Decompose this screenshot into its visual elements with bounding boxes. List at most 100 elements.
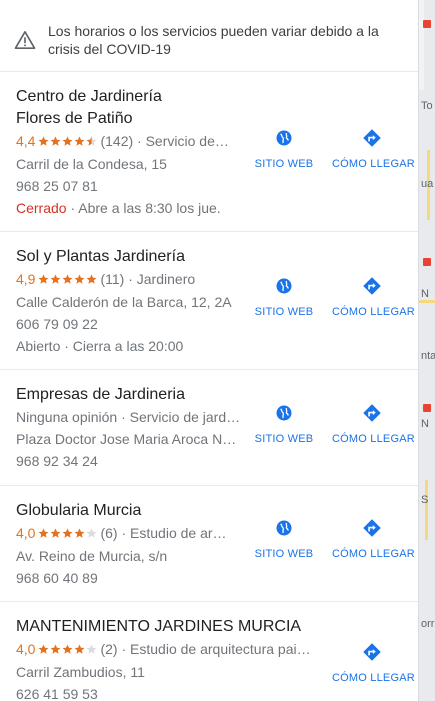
banner-text: Los horarios o los servicios pueden vari… [48, 23, 379, 57]
directions-button[interactable]: CÓMO LLEGAR [332, 642, 415, 684]
no-reviews: Ninguna opinión [16, 409, 118, 425]
globe-icon [276, 405, 292, 421]
address: Calle Calderón de la Barca, 12, 2A [16, 294, 232, 310]
website-label: SITIO WEB [254, 158, 314, 170]
category: · Jardinero [128, 271, 196, 287]
directions-icon [363, 519, 381, 537]
star-icon [39, 136, 49, 146]
address: Carril de la Condesa, 15 [16, 156, 167, 172]
address: Av. Reino de Murcia, s/n [16, 548, 168, 564]
directions-label: CÓMO LLEGAR [332, 672, 415, 684]
review-count[interactable]: (142) [100, 133, 133, 149]
star-icon [87, 274, 97, 284]
star-icon [75, 136, 85, 146]
place-name[interactable]: Empresas de Jardineria [16, 384, 246, 406]
phone: 968 25 07 81 [16, 178, 98, 194]
phone: 968 60 40 89 [16, 570, 98, 586]
result-card[interactable]: Globularia Murcia 4,0 (6) · Estudio de ar… [0, 486, 418, 602]
directions-button[interactable]: CÓMO LLEGAR [332, 518, 415, 560]
star-icon [75, 644, 85, 654]
map-marker[interactable] [423, 20, 431, 28]
rating-row: 4,9 (11) · Jardinero [16, 268, 246, 291]
review-count[interactable]: (2) [100, 641, 117, 657]
phone: 626 41 59 53 [16, 686, 98, 701]
place-name[interactable]: Centro de Jardinería [16, 86, 246, 108]
rating-row: 4,4 (142) · Servicio de… [16, 130, 246, 153]
warning-icon [14, 31, 36, 49]
star-icon [39, 274, 49, 284]
result-card[interactable]: Sol y Plantas Jardinería 4,9 (11) · Jardi… [0, 232, 418, 370]
map-marker[interactable] [423, 404, 431, 412]
rating-value: 4,0 [16, 641, 36, 657]
star-icon [63, 136, 73, 146]
phone: 606 79 09 22 [16, 316, 98, 332]
map-label: To [421, 100, 433, 112]
website-button[interactable]: SITIO WEB [244, 128, 324, 170]
star-icon [39, 644, 49, 654]
hours: · Cierra a las 20:00 [64, 338, 184, 354]
rating-row: 4,0 (6) · Estudio de ar… [16, 522, 246, 545]
website-button[interactable]: SITIO WEB [244, 276, 324, 318]
directions-icon [363, 404, 381, 422]
result-card[interactable]: Empresas de Jardineria Ninguna opinión ·… [0, 370, 418, 486]
star-icon [87, 528, 97, 538]
category: · Estudio de arquitectura pai… [121, 641, 311, 657]
star-rating [38, 639, 98, 661]
website-button[interactable]: SITIO WEB [244, 403, 324, 445]
review-count[interactable]: (6) [100, 525, 117, 541]
star-icon [75, 274, 85, 284]
directions-button[interactable]: CÓMO LLEGAR [332, 403, 415, 445]
star-icon [63, 528, 73, 538]
results-panel[interactable]: Los horarios o los servicios pueden vari… [0, 0, 419, 701]
review-count[interactable]: (11) [100, 271, 124, 287]
rating-value: 4,4 [16, 133, 36, 149]
rating-value: 4,0 [16, 525, 36, 541]
directions-button[interactable]: CÓMO LLEGAR [332, 128, 415, 170]
phone: 968 92 34 24 [16, 453, 98, 469]
star-icon [87, 644, 97, 654]
map-marker[interactable] [423, 258, 431, 266]
directions-label: CÓMO LLEGAR [332, 433, 415, 445]
star-icon [63, 644, 73, 654]
website-label: SITIO WEB [254, 306, 314, 318]
place-name[interactable]: MANTENIMIENTO JARDINES MURCIA [16, 616, 336, 638]
map-view[interactable]: To ua N nta N S orre [419, 0, 435, 701]
star-rating [38, 131, 98, 153]
globe-icon [276, 130, 292, 146]
star-rating [38, 523, 98, 545]
map-label: S [421, 494, 429, 506]
directions-label: CÓMO LLEGAR [332, 158, 415, 170]
map-label: N [421, 288, 429, 300]
globe-icon [276, 520, 292, 536]
directions-icon [363, 129, 381, 147]
map-label: nta [421, 350, 435, 362]
star-icon [75, 528, 85, 538]
category: · Servicio de jard… [121, 409, 241, 425]
status-open: Abierto [16, 338, 61, 354]
result-card[interactable]: MANTENIMIENTO JARDINES MURCIA 4,0 (2) · E… [0, 602, 418, 701]
directions-button[interactable]: CÓMO LLEGAR [332, 276, 415, 318]
place-name[interactable]: Sol y Plantas Jardinería [16, 246, 246, 268]
map-label: N [421, 418, 429, 430]
website-button[interactable]: SITIO WEB [244, 518, 324, 560]
website-label: SITIO WEB [254, 548, 314, 560]
star-icon [51, 644, 61, 654]
place-name[interactable]: Globularia Murcia [16, 500, 246, 522]
globe-icon [276, 278, 292, 294]
star-icon [87, 136, 97, 146]
result-card[interactable]: Centro de Jardinería Flores de Patiño 4,… [0, 72, 418, 232]
star-rating [38, 269, 98, 291]
place-name-line2[interactable]: Flores de Patiño [16, 108, 246, 130]
map-label: ua [421, 178, 434, 190]
star-icon [51, 274, 61, 284]
status-closed: Cerrado [16, 200, 67, 216]
covid-banner: Los horarios o los servicios pueden vari… [0, 0, 418, 72]
category: · Estudio de ar… [121, 525, 227, 541]
directions-icon [363, 643, 381, 661]
map-label: orre [421, 618, 435, 630]
category: · Servicio de… [137, 133, 229, 149]
star-icon [51, 528, 61, 538]
rating-row: 4,0 (2) · Estudio de arquitectura pai… [16, 638, 336, 661]
directions-label: CÓMO LLEGAR [332, 548, 415, 560]
website-label: SITIO WEB [254, 433, 314, 445]
